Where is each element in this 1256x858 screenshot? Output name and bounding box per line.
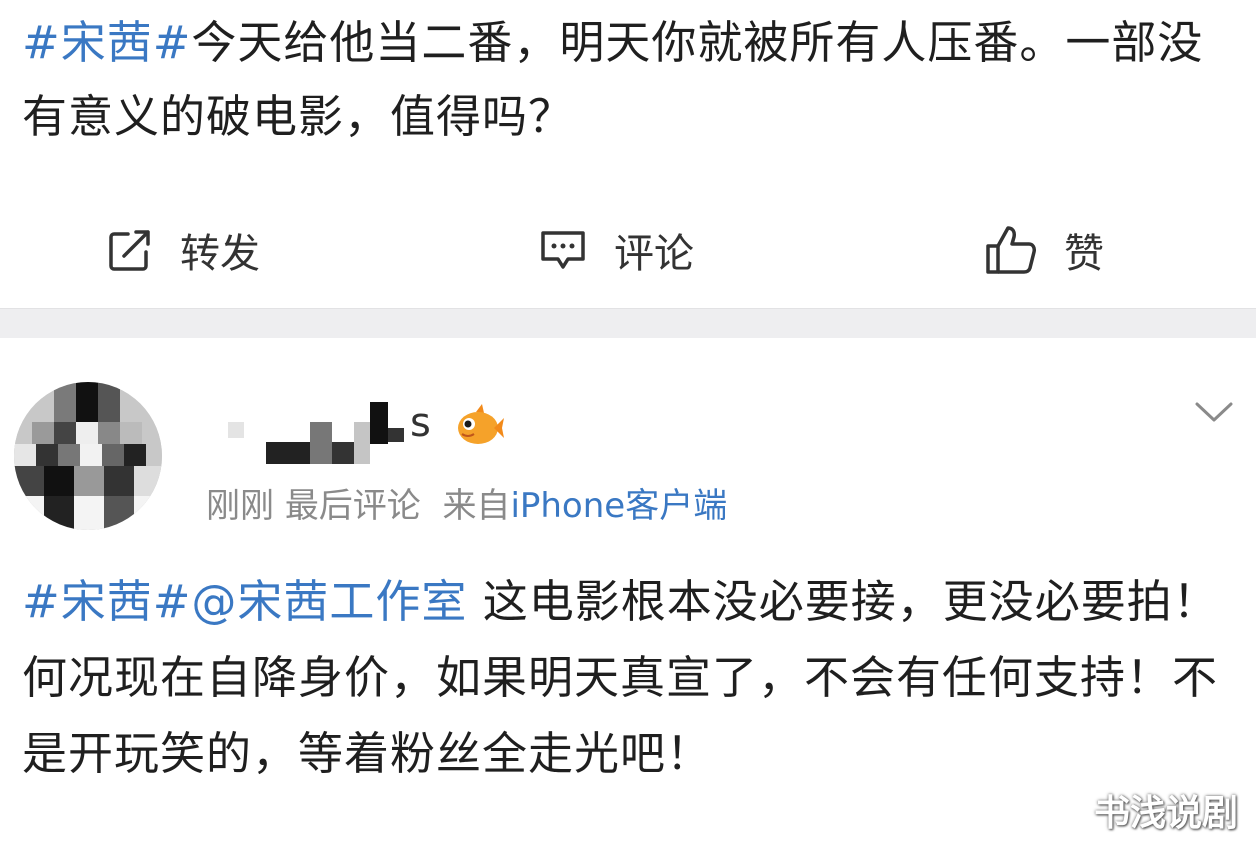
original-post: #宋茜#今天给他当二番，明天你就被所有人压番。一部没有意义的破电影，值得吗？ 转… (0, 0, 1256, 308)
section-divider (0, 308, 1256, 339)
post-body: 今天给他当二番，明天你就被所有人压番。一部没有意义的破电影，值得吗？ (22, 16, 1204, 143)
repost-label: 转发 (180, 231, 260, 277)
repost-icon (106, 226, 154, 274)
comment-button[interactable]: 评论 (538, 220, 694, 280)
meta-time: 刚刚 (206, 486, 274, 526)
avatar[interactable] (14, 382, 162, 530)
comment-icon (538, 227, 588, 273)
comment-mention[interactable]: @宋茜工作室 (191, 575, 467, 628)
username[interactable] (220, 398, 420, 468)
post-text: #宋茜#今天给他当二番，明天你就被所有人压番。一部没有意义的破电影，值得吗？ (22, 6, 1232, 154)
action-bar: 转发 评论 赞 (0, 210, 1256, 290)
comment-label: 评论 (614, 231, 694, 277)
meta-last-comment: 最后评论 (284, 486, 421, 526)
comment-hashtag[interactable]: #宋茜# (22, 575, 191, 628)
comment-meta: 刚刚 最后评论 来自iPhone客户端 (206, 478, 727, 527)
username-suffix[interactable]: s (410, 400, 431, 446)
post-hashtag[interactable]: #宋茜# (22, 16, 191, 69)
meta-device-link[interactable]: iPhone客户端 (510, 486, 727, 526)
chevron-down-icon[interactable] (1194, 400, 1234, 428)
comment-card: s 刚刚 最后评论 来自iPhone客户端 #宋茜#@宋茜工作室 这电影根本没必… (0, 338, 1256, 858)
repost-button[interactable]: 转发 (106, 220, 260, 280)
like-button[interactable]: 赞 (984, 220, 1104, 280)
meta-source-prefix: 来自 (442, 486, 511, 526)
comment-text: #宋茜#@宋茜工作室 这电影根本没必要接，更没必要拍！何况现在自降身价，如果明天… (22, 564, 1237, 792)
watermark: 书浅说剧 (1093, 793, 1238, 834)
like-icon (984, 224, 1038, 276)
fish-badge-icon (454, 404, 504, 452)
like-label: 赞 (1064, 231, 1104, 277)
